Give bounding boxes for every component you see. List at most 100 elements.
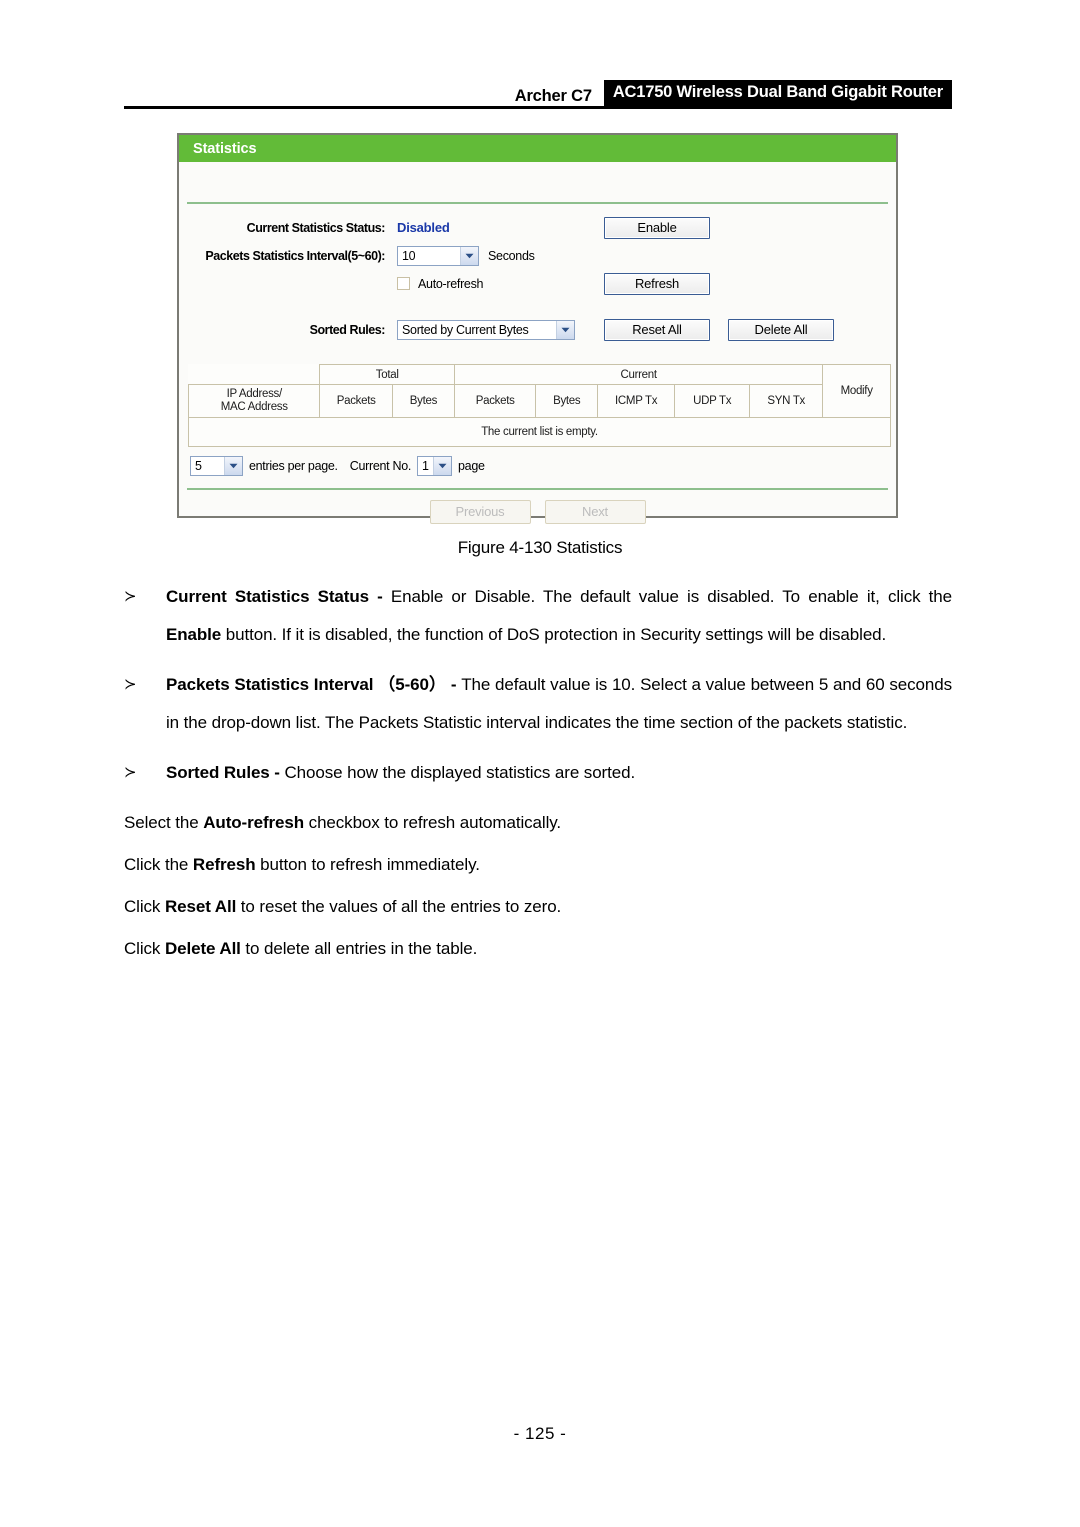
bullet-text: Packets Statistics Interval （5-60） - The… [166, 666, 952, 742]
term-delete-all: Delete All [164, 939, 241, 958]
bullet-sorted-rules: ≻ Sorted Rules - Choose how the displaye… [124, 754, 952, 792]
header-divider [124, 106, 952, 109]
bullet-icon: ≻ [124, 676, 137, 693]
interval-select-value: 10 [402, 248, 416, 263]
panel-body: Current Statistics Status: Disabled Enab… [179, 162, 896, 524]
table-group-total: Total [319, 364, 455, 385]
table-corner-cell [187, 364, 321, 385]
separator-top [187, 202, 888, 204]
reset-all-button[interactable]: Reset All [604, 318, 710, 341]
dash-3: - [269, 763, 285, 782]
bullet-packets-statistics-interval: ≻ Packets Statistics Interval （5-60） - T… [124, 666, 952, 742]
page-number-value: 1 [422, 459, 429, 473]
bullet-text: Current Statistics Status - Enable or Di… [166, 578, 952, 654]
range-5-60: （5-60） [378, 675, 447, 694]
text-7b: to delete all entries in the table. [240, 939, 478, 958]
current-page-label: Current No. [349, 459, 412, 473]
auto-refresh-label: Auto-refresh [418, 276, 484, 291]
table-col-current-packets: Packets [453, 384, 537, 418]
term-packets-statistics-interval: Packets Statistics Interval [166, 675, 374, 694]
table-col-address: IP Address/ MAC Address [187, 384, 321, 418]
interval-select[interactable]: 10 [397, 245, 479, 266]
table-column-header-row: IP Address/ MAC Address Packets Bytes Pa… [187, 384, 891, 418]
entries-per-page-select[interactable]: 5 [190, 456, 243, 476]
next-button[interactable]: Next [544, 500, 646, 524]
term-auto-refresh: Auto-refresh [203, 813, 305, 832]
table-col-icmp-tx: ICMP Tx [597, 384, 676, 418]
figure-caption: Figure 4-130 Statistics [457, 538, 623, 557]
sorted-rules-select[interactable]: Sorted by Current Bytes [397, 319, 575, 340]
pagination-controls: 5 entries per page. Current No. 1 page [190, 456, 491, 476]
dash-1: - [369, 587, 391, 606]
interval-row: Packets Statistics Interval(5~60): 10 Se… [179, 242, 896, 269]
chevron-down-icon [433, 457, 452, 475]
previous-button[interactable]: Previous [429, 500, 531, 524]
table-empty-message: The current list is empty. [188, 417, 891, 447]
status-label: Current Statistics Status: [246, 220, 386, 235]
page-number-select[interactable]: 1 [417, 456, 453, 476]
bullet-icon: ≻ [124, 764, 137, 781]
entries-per-page-value: 5 [195, 459, 202, 473]
model-name: Archer C7 [514, 87, 592, 105]
para-delete-all: Click Delete All to delete all entries i… [124, 930, 952, 968]
sorted-rules-row: Sorted Rules: Sorted by Current Bytes Re… [179, 316, 896, 343]
entries-per-page-label: entries per page. [249, 459, 338, 473]
table-col-modify: Modify [822, 364, 891, 418]
text-5b: button to refresh immediately. [255, 855, 480, 874]
settings-form: Current Statistics Status: Disabled Enab… [179, 214, 896, 344]
document-body: ≻ Current Statistics Status - Enable or … [124, 578, 952, 972]
bullet-current-statistics-status: ≻ Current Statistics Status - Enable or … [124, 578, 952, 654]
auto-refresh-checkbox[interactable] [397, 277, 410, 290]
dash-2: - [446, 675, 462, 694]
table-col-address-line2: MAC Address [220, 401, 288, 413]
page-number: - 125 - [513, 1424, 567, 1443]
para-reset-all: Click Reset All to reset the values of a… [124, 888, 952, 926]
term-sorted-rules: Sorted Rules [166, 763, 270, 782]
table-col-address-line1: IP Address/ [226, 388, 283, 400]
status-badge: Disabled [397, 220, 450, 235]
product-name: AC1750 Wireless Dual Band Gigabit Router [603, 80, 952, 106]
table-col-total-bytes: Bytes [391, 384, 455, 418]
text-6b: to reset the values of all the entries t… [236, 897, 562, 916]
status-row: Current Statistics Status: Disabled Enab… [179, 214, 896, 241]
table-empty-row: The current list is empty. [188, 417, 891, 447]
chevron-down-icon [556, 320, 574, 339]
pagination-nav: Previous Next [179, 500, 896, 524]
table-col-current-bytes: Bytes [535, 384, 599, 418]
table-group-current: Current [453, 364, 824, 385]
bullet-icon: ≻ [124, 588, 137, 605]
term-current-statistics-status: Current Statistics Status [166, 587, 369, 606]
para-auto-refresh: Select the Auto-refresh checkbox to refr… [124, 804, 952, 842]
chevron-down-icon [460, 246, 478, 265]
panel-title: Statistics [193, 140, 257, 157]
sorted-rules-label: Sorted Rules: [309, 322, 386, 337]
chevron-down-icon [224, 457, 242, 475]
page-suffix-label: page [458, 459, 485, 473]
term-refresh: Refresh [192, 855, 256, 874]
text-7a: Click [124, 939, 165, 958]
text-4b: checkbox to refresh automatically. [304, 813, 562, 832]
delete-all-button[interactable]: Delete All [728, 318, 834, 341]
interval-label: Packets Statistics Interval(5~60): [205, 248, 385, 263]
text-3: Choose how the displayed statistics are … [284, 763, 636, 782]
text-1b: button. If it is disabled, the function … [221, 625, 887, 644]
table-col-total-packets: Packets [319, 384, 393, 418]
separator-bottom [187, 488, 888, 490]
panel-titlebar: Statistics [179, 135, 896, 162]
refresh-button[interactable]: Refresh [604, 272, 710, 295]
term-enable: Enable [166, 625, 222, 644]
bullet-text: Sorted Rules - Choose how the displayed … [166, 754, 952, 792]
interval-unit: Seconds [488, 248, 535, 263]
sorted-rules-select-value: Sorted by Current Bytes [402, 322, 529, 337]
table-group-header-row: Total Current Modify [187, 364, 891, 418]
autorefresh-row: Auto-refresh Refresh [179, 270, 896, 297]
text-4a: Select the [124, 813, 204, 832]
text-1a: Enable or Disable. The default value is … [390, 587, 953, 606]
enable-button[interactable]: Enable [604, 216, 710, 239]
term-reset-all: Reset All [164, 897, 237, 916]
page-header: Archer C7 AC1750 Wireless Dual Band Giga… [124, 80, 952, 108]
para-refresh: Click the Refresh button to refresh imme… [124, 846, 952, 884]
statistics-table: Total Current Modify IP Address/ MAC Add… [187, 364, 891, 447]
text-5a: Click the [124, 855, 193, 874]
table-col-syn-tx: SYN Tx [749, 384, 824, 418]
